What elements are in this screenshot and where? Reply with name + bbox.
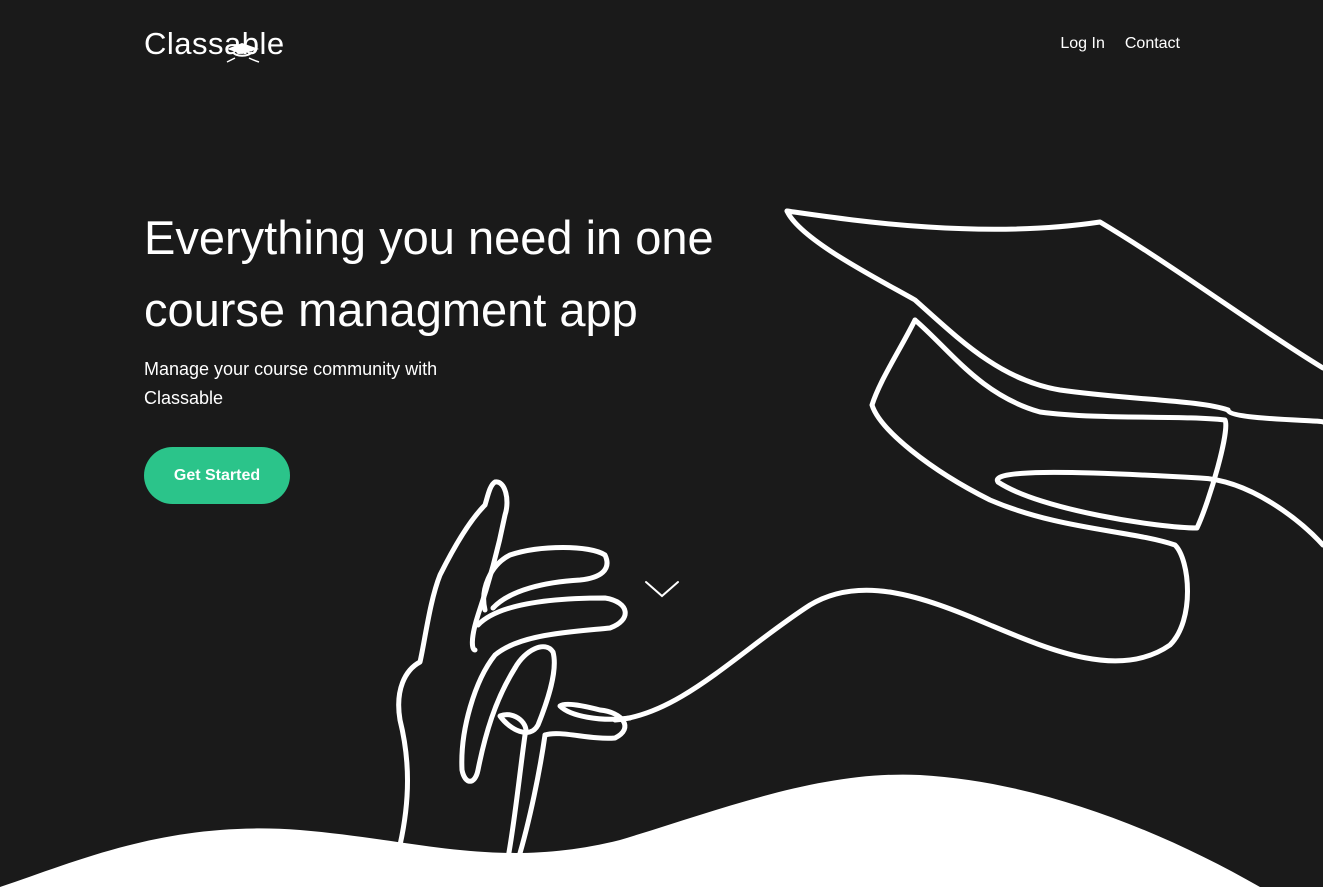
- nav-login-link[interactable]: Log In: [1060, 35, 1104, 53]
- nav-contact-link[interactable]: Contact: [1125, 35, 1180, 53]
- graduation-cap-icon: [226, 43, 260, 63]
- hero-subtitle: Manage your course community with Classa…: [144, 359, 438, 408]
- chevron-down-icon[interactable]: [644, 578, 680, 598]
- top-nav: Log In Contact: [1060, 35, 1180, 53]
- logo-text: Classable: [144, 26, 285, 61]
- bottom-wave: [0, 774, 1260, 887]
- logo-link[interactable]: Classable: [144, 26, 285, 63]
- hero-title: Everything you need in one course managm…: [144, 211, 714, 336]
- landing-page: Classable Log In Contact Everything you …: [0, 0, 1323, 887]
- get-started-button[interactable]: Get Started: [144, 447, 290, 504]
